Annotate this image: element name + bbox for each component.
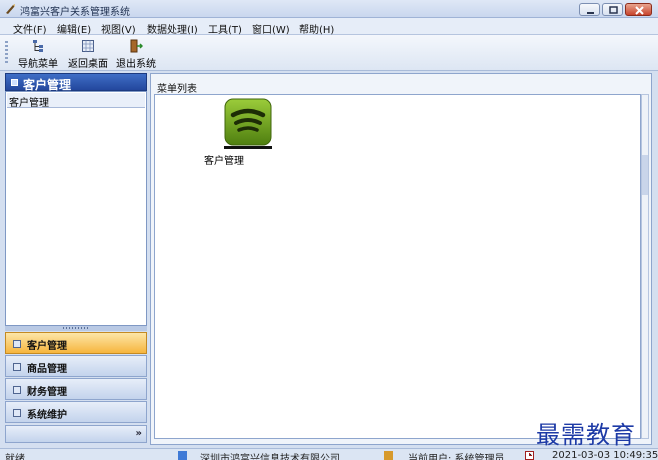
nav-square-icon <box>13 386 21 394</box>
restore-icon <box>609 6 618 14</box>
content-title: 菜单列表 <box>157 84 197 95</box>
nav-customer-button[interactable]: 客户管理 <box>5 332 147 354</box>
close-icon <box>635 6 644 15</box>
window-title: 鸿富兴客户关系管理系统 <box>20 7 130 18</box>
menu-tools[interactable]: 工具(T) <box>208 21 242 36</box>
nav-more-button[interactable]: » <box>5 425 147 443</box>
wifi-signal-icon <box>224 98 272 149</box>
back-desktop-button[interactable]: 返回桌面 <box>64 39 112 70</box>
splitter-grip-icon <box>63 327 89 329</box>
tree-item-customer[interactable]: 客户管理 <box>7 93 145 109</box>
nav-square-icon <box>13 340 21 348</box>
app-icon <box>6 4 15 14</box>
chevron-right-icon: » <box>135 428 142 439</box>
close-button[interactable] <box>625 3 652 16</box>
sidebar-splitter[interactable] <box>5 326 147 331</box>
clock-icon <box>525 451 534 460</box>
scrollbar-thumb[interactable] <box>642 155 648 195</box>
exit-door-icon <box>130 39 143 53</box>
nav-system-button[interactable]: 系统维护 <box>5 401 147 423</box>
title-bar: 鸿富兴客户关系管理系统 <box>0 0 658 18</box>
toolbar-grip[interactable] <box>5 41 8 65</box>
status-ready: 就绪 <box>5 454 25 460</box>
menu-data[interactable]: 数据处理(I) <box>147 21 198 36</box>
menu-file[interactable]: 文件(F) <box>13 21 47 36</box>
exit-system-button[interactable]: 退出系统 <box>112 39 160 70</box>
status-datetime: 2021-03-03 10:49:35 <box>552 450 658 460</box>
menu-bar: 文件(F) 编辑(E) 视图(V) 数据处理(I) 工具(T) 窗口(W) 帮助… <box>0 18 658 36</box>
nav-square-icon <box>13 363 21 371</box>
nav-menu-button[interactable]: 导航菜单 <box>14 39 62 70</box>
watermark: 最需教育 <box>536 421 636 449</box>
sidebar-header: 客户管理 <box>5 73 147 92</box>
nav-square-icon <box>13 409 21 417</box>
tree-icon <box>33 40 43 52</box>
maximize-button[interactable] <box>602 3 623 16</box>
status-user: 当前用户: 系统管理员 <box>408 454 505 460</box>
content-scrollbar[interactable] <box>641 94 649 439</box>
minimize-button[interactable] <box>579 3 600 16</box>
status-bar: 就绪 深圳市鸿富兴信息技术有限公司 当前用户: 系统管理员 2021-03-03… <box>0 448 658 460</box>
nav-product-button[interactable]: 商品管理 <box>5 355 147 377</box>
info-icon <box>178 451 187 460</box>
nav-finance-button[interactable]: 财务管理 <box>5 378 147 400</box>
header-square-icon <box>11 79 18 86</box>
status-company: 深圳市鸿富兴信息技术有限公司 <box>200 454 340 460</box>
menu-window[interactable]: 窗口(W) <box>252 21 290 36</box>
user-icon <box>384 451 393 460</box>
tile-customer-management[interactable]: 客户管理 <box>198 98 288 167</box>
toolbar: 导航菜单 返回桌面 退出系统 <box>0 35 658 71</box>
menu-view[interactable]: 视图(V) <box>101 21 136 36</box>
sidebar-tree: 客户管理 <box>5 91 147 326</box>
menu-edit[interactable]: 编辑(E) <box>57 21 91 36</box>
minimize-icon <box>587 12 594 14</box>
menu-help[interactable]: 帮助(H) <box>299 21 334 36</box>
desktop-icon <box>82 40 94 52</box>
